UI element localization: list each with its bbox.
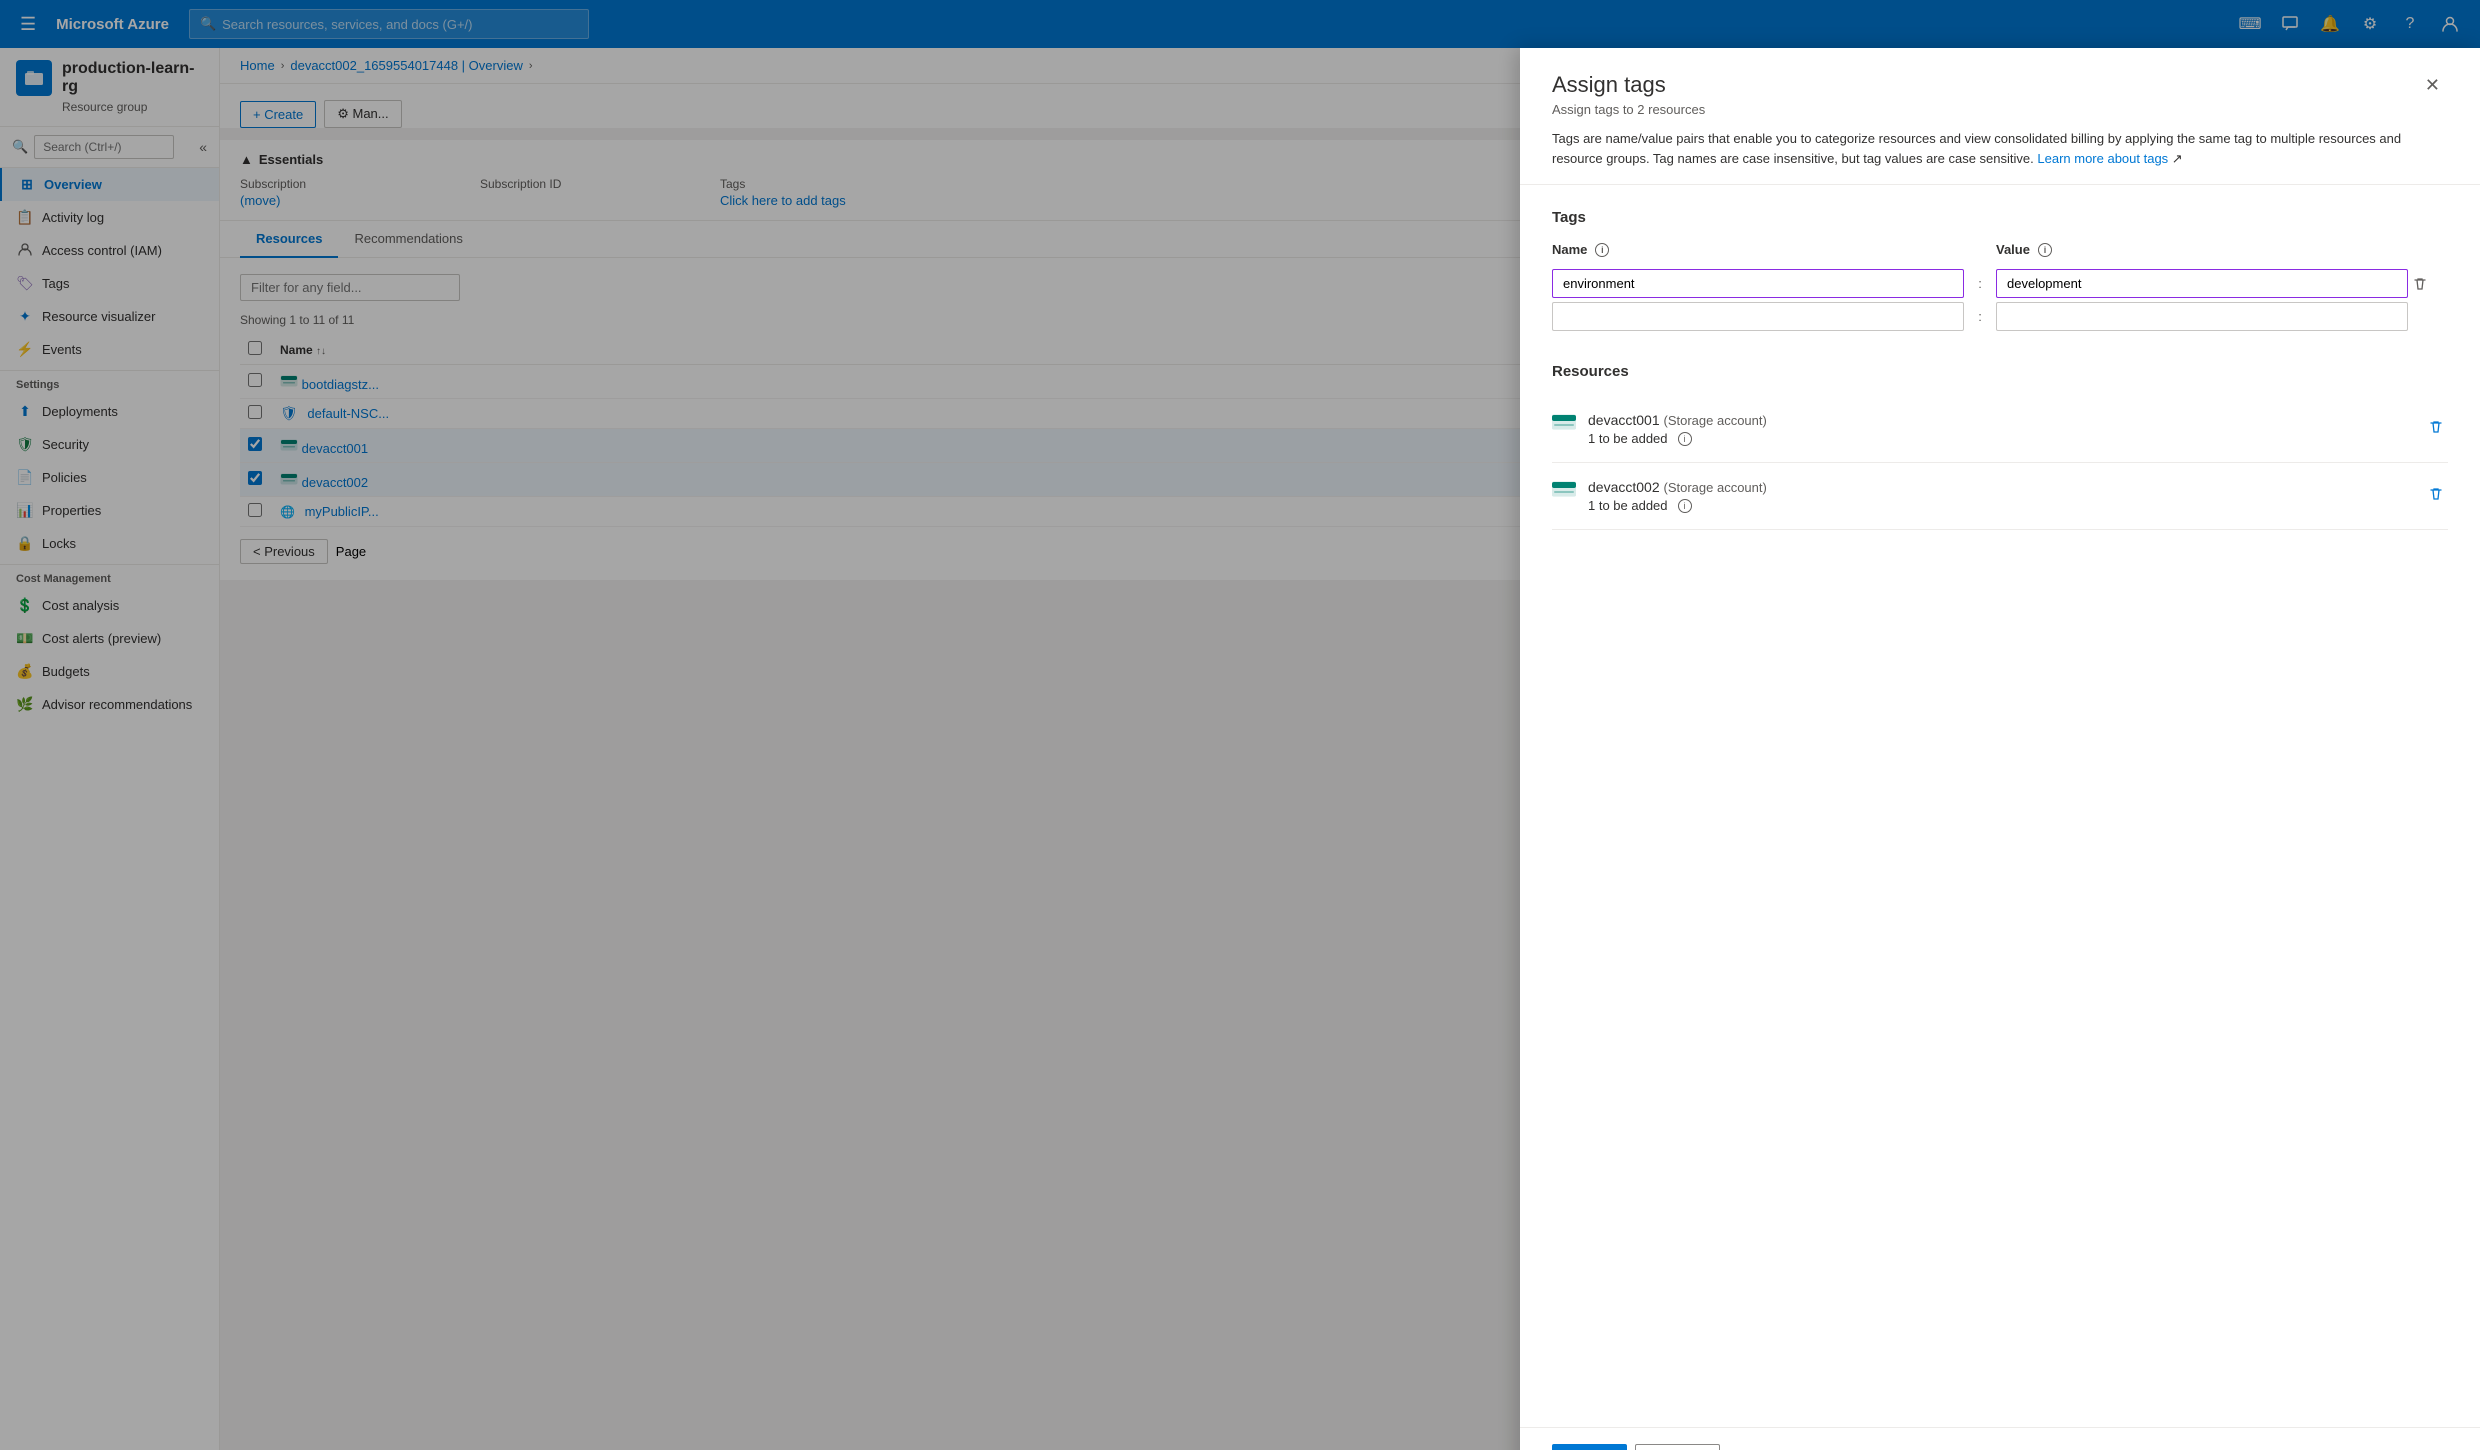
tag-value-field-2[interactable] <box>1996 302 2408 331</box>
delete-resource-2-button[interactable] <box>2424 482 2448 511</box>
resource-2-name: devacct002 (Storage account) <box>1588 479 2412 495</box>
modal-title: Assign tags <box>1552 72 1705 98</box>
tag-value-field-1[interactable] <box>1996 269 2408 298</box>
name-info-icon[interactable]: i <box>1595 243 1609 257</box>
resource-1-name: devacct001 (Storage account) <box>1588 412 2412 428</box>
resource-item-1: devacct001 (Storage account) 1 to be add… <box>1552 396 2448 463</box>
tags-section-title: Tags <box>1552 209 2448 226</box>
resource-2-info-icon[interactable]: i <box>1678 499 1692 513</box>
tag-name-input-1[interactable] <box>1552 269 1964 298</box>
tag-name-field-1[interactable] <box>1552 269 1964 298</box>
modal-subtitle: Assign tags to 2 resources <box>1552 102 1705 117</box>
resource-item-2: devacct002 (Storage account) 1 to be add… <box>1552 463 2448 530</box>
tags-section: Tags Name i Value i <box>1552 209 2448 331</box>
resources-assign-title: Resources <box>1552 363 2448 380</box>
tag-name-field-2[interactable] <box>1552 302 1964 331</box>
resource-1-type: (Storage account) <box>1664 413 1767 428</box>
modal-header: Assign tags Assign tags to 2 resources ✕… <box>1520 48 2480 185</box>
tags-colon-1: : <box>1964 276 1996 291</box>
resource-1-storage-icon <box>1552 412 1576 435</box>
resource-2-info: devacct002 (Storage account) 1 to be add… <box>1588 479 2412 513</box>
resource-2-storage-icon <box>1552 479 1576 502</box>
tags-grid: Name i Value i : <box>1552 242 2448 331</box>
tag-value-input-1[interactable] <box>1996 269 2408 298</box>
resource-1-info: devacct001 (Storage account) 1 to be add… <box>1588 412 2412 446</box>
modal-close-button[interactable]: ✕ <box>2417 72 2448 98</box>
cancel-button[interactable]: Cancel <box>1635 1444 1721 1450</box>
name-col-header: Name i <box>1552 242 1964 265</box>
value-col-header: Value i <box>1996 242 2408 265</box>
modal-body: Tags Name i Value i <box>1520 185 2480 1427</box>
tags-colon-2: : <box>1964 309 1996 324</box>
save-button[interactable]: Save <box>1552 1444 1627 1450</box>
resource-2-type: (Storage account) <box>1664 480 1767 495</box>
modal-description: Tags are name/value pairs that enable yo… <box>1552 129 2448 168</box>
resources-assign-section: Resources devacct001 (Storage acco <box>1552 363 2448 530</box>
resource-2-status: 1 to be added i <box>1588 498 2412 513</box>
resource-1-info-icon[interactable]: i <box>1678 432 1692 446</box>
resource-1-status: 1 to be added i <box>1588 431 2412 446</box>
modal-overlay[interactable]: Assign tags Assign tags to 2 resources ✕… <box>0 0 2480 1450</box>
value-info-icon[interactable]: i <box>2038 243 2052 257</box>
modal-footer: Save Cancel <box>1520 1427 2480 1450</box>
tag-name-input-2[interactable] <box>1552 302 1964 331</box>
delete-resource-1-button[interactable] <box>2424 415 2448 444</box>
learn-more-tags-link[interactable]: Learn more about tags <box>2037 151 2168 166</box>
assign-tags-panel: Assign tags Assign tags to 2 resources ✕… <box>1520 48 2480 1450</box>
delete-tag-1-button[interactable] <box>2408 272 2432 296</box>
tag-value-input-2[interactable] <box>1996 302 2408 331</box>
